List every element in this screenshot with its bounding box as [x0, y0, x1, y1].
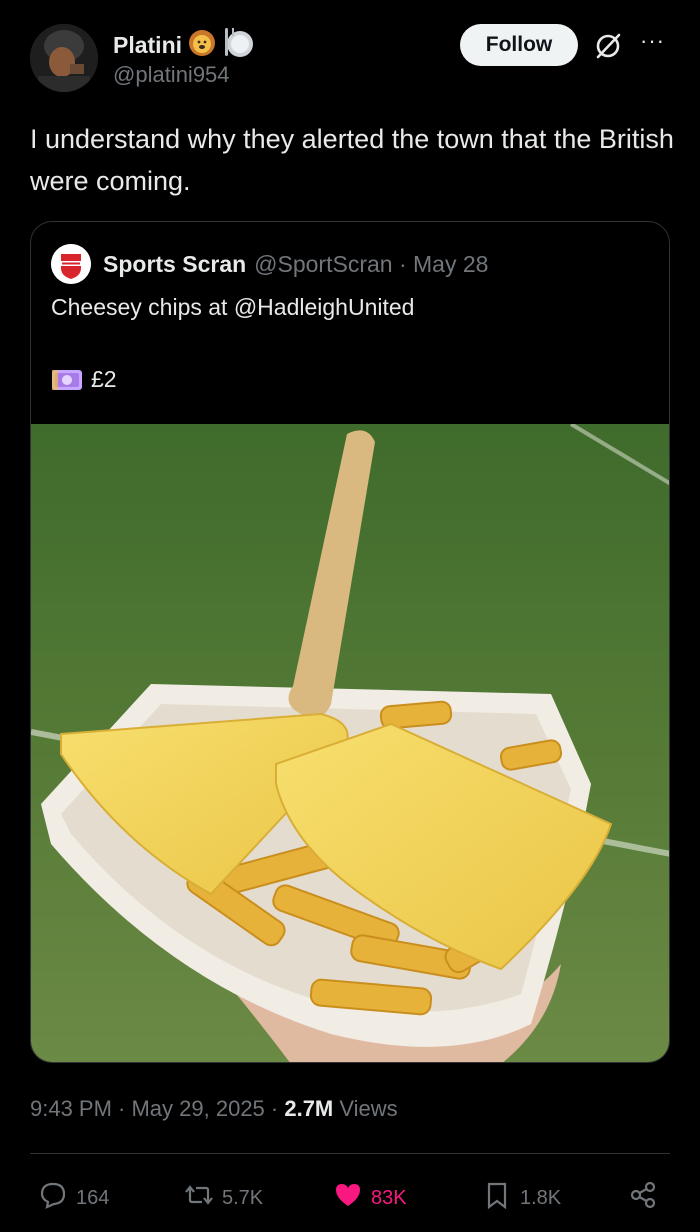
timestamp[interactable]: 9:43 PM · May 29, 2025 · — [30, 1096, 284, 1121]
share-icon — [628, 1180, 658, 1216]
tweet-meta: 9:43 PM · May 29, 2025 · 2.7M Views — [30, 1096, 398, 1122]
bookmark-button[interactable]: 1.8K — [482, 1180, 561, 1216]
author-avatar[interactable] — [30, 24, 98, 92]
more-options-icon[interactable]: ··· — [640, 28, 672, 60]
follow-button[interactable]: Follow — [460, 24, 578, 66]
bookmark-count: 1.8K — [520, 1186, 562, 1209]
quoted-author-handle-date: @SportScran · May 28 — [254, 250, 489, 277]
banknote-emoji-icon — [51, 367, 83, 393]
quoted-tweet-text: Cheesey chips at @HadleighUnited — [51, 294, 415, 320]
views-label: Views — [333, 1096, 398, 1121]
author-handle[interactable]: @platini954 — [113, 62, 230, 88]
repost-icon — [184, 1180, 214, 1216]
divider — [30, 1153, 670, 1154]
views-count: 2.7M — [284, 1096, 334, 1121]
plate-emoji-icon — [222, 26, 256, 65]
like-count: 83K — [371, 1186, 407, 1209]
action-bar: 164 5.7K 83K 1.8K — [0, 1170, 700, 1224]
author-display-name[interactable]: Platini — [113, 32, 182, 59]
grok-icon[interactable] — [592, 30, 624, 62]
quoted-author-name[interactable]: Sports Scran — [103, 251, 246, 278]
quoted-tweet-price: £2 — [91, 366, 117, 392]
quoted-tweet-image[interactable] — [31, 422, 669, 1062]
reply-count: 164 — [76, 1186, 110, 1209]
quoted-tweet[interactable]: Sports Scran @SportScran · May 28 Cheese… — [30, 221, 670, 1063]
tweet-text: I understand why they alerted the town t… — [30, 124, 674, 196]
heart-icon — [333, 1180, 363, 1216]
lion-emoji-icon — [188, 29, 216, 62]
like-button[interactable]: 83K — [333, 1180, 407, 1216]
reply-button[interactable]: 164 — [38, 1180, 109, 1216]
repost-count: 5.7K — [222, 1186, 264, 1209]
bookmark-icon — [482, 1180, 512, 1216]
repost-button[interactable]: 5.7K — [184, 1180, 263, 1216]
reply-icon — [38, 1180, 68, 1216]
tweet-header: Platini @platini954 Follow ··· — [0, 0, 700, 100]
share-button[interactable] — [628, 1180, 658, 1216]
quoted-author-avatar[interactable] — [51, 244, 91, 284]
